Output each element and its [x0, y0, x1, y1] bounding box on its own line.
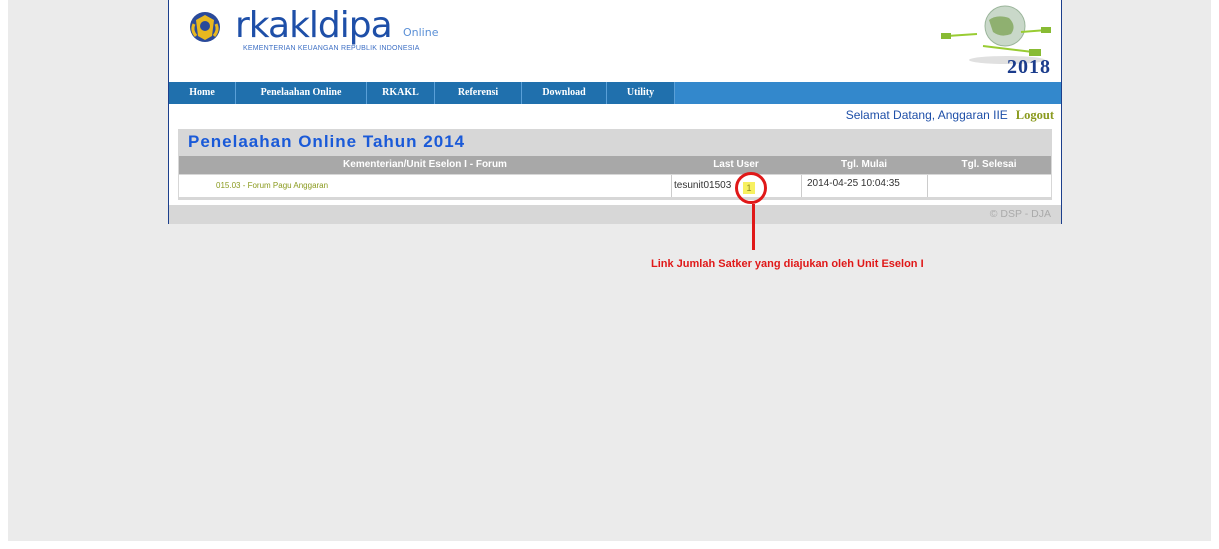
footer-copyright: © DSP - DJA	[989, 208, 1051, 220]
year-label: 2018	[1007, 56, 1051, 78]
footer: © DSP - DJA	[169, 205, 1061, 224]
annotation-label: Link Jumlah Satker yang diajukan oleh Un…	[651, 258, 924, 270]
main-nav: Home Penelaahan Online RKAKL Referensi D…	[169, 82, 1061, 104]
nav-download[interactable]: Download	[522, 82, 607, 104]
nav-home[interactable]: Home	[169, 82, 236, 104]
kemenkeu-emblem-icon	[190, 12, 220, 42]
nav-referensi[interactable]: Referensi	[435, 82, 522, 104]
col-last-user: Last User	[713, 159, 759, 170]
header: rkakldipa Online KEMENTERIAN KEUANGAN RE…	[169, 0, 1061, 82]
nav-rkakl[interactable]: RKAKL	[367, 82, 435, 104]
welcome-bar: Selamat Datang, Anggaran IIE Logout	[846, 108, 1054, 123]
ministry-name: KEMENTERIAN KEUANGAN REPUBLIK INDONESIA	[243, 45, 420, 52]
penelaahan-panel: Penelaahan Online Tahun 2014 Kementerian…	[178, 129, 1052, 200]
tgl-mulai-cell: 2014-04-25 10:04:35	[807, 178, 900, 189]
nav-utility[interactable]: Utility	[607, 82, 675, 104]
col-tgl-mulai: Tgl. Mulai	[840, 159, 888, 170]
table-row: 015.03 - Forum Pagu Anggaran tesunit0150…	[179, 175, 1051, 197]
cell-divider	[927, 175, 928, 197]
logout-link[interactable]: Logout	[1016, 108, 1054, 122]
last-user-cell: tesunit01503	[674, 180, 732, 191]
col-forum: Kementerian/Unit Eselon I - Forum	[343, 159, 507, 170]
cell-divider	[801, 175, 802, 197]
app-logo-online: Online	[403, 26, 439, 39]
app-logo-text: rkakldipa	[235, 5, 393, 46]
col-tgl-selesai: Tgl. Selesai	[961, 159, 1017, 170]
forum-link[interactable]: 015.03 - Forum Pagu Anggaran	[216, 175, 328, 197]
highlight-circle	[735, 172, 767, 204]
app-frame: rkakldipa Online KEMENTERIAN KEUANGAN RE…	[168, 0, 1062, 224]
annotation-pointer	[752, 204, 755, 250]
welcome-text: Selamat Datang, Anggaran IIE	[845, 108, 1008, 122]
table-header: Kementerian/Unit Eselon I - Forum Last U…	[179, 156, 1051, 174]
cell-divider	[671, 175, 672, 197]
nav-penelaahan-online[interactable]: Penelaahan Online	[236, 82, 367, 104]
panel-title: Penelaahan Online Tahun 2014	[188, 132, 466, 151]
